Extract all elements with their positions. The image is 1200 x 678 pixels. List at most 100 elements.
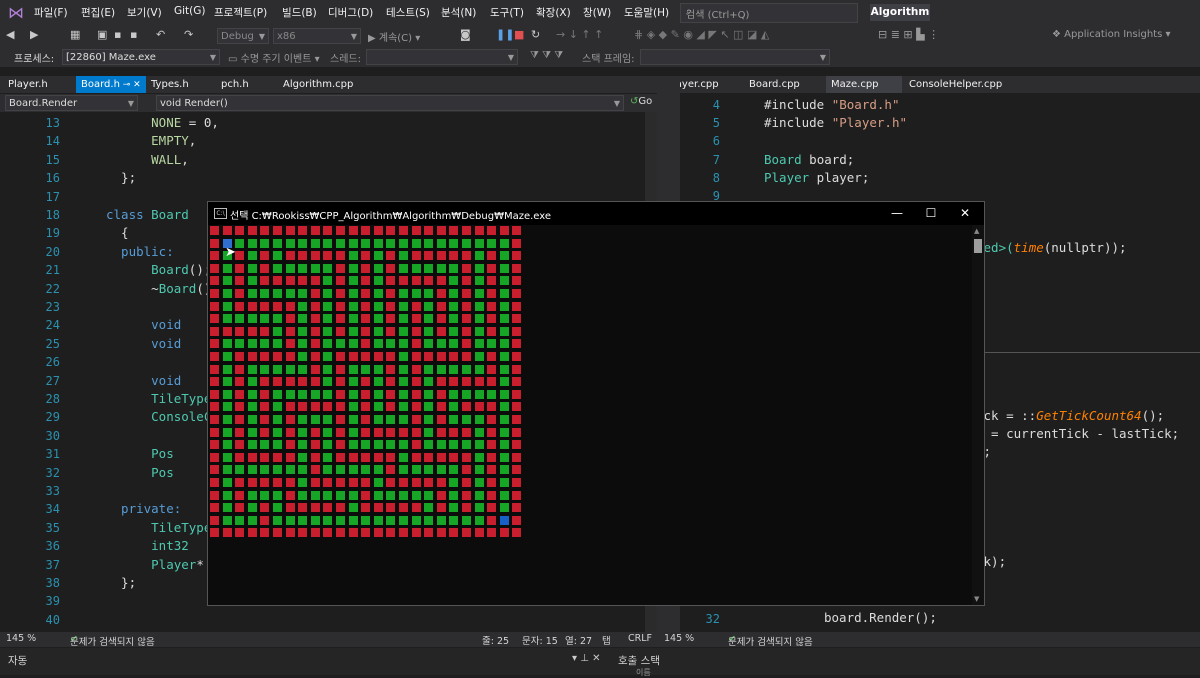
search-input[interactable]: 검색 (Ctrl+Q) ⌕ [680, 3, 858, 23]
maze-empty-tile [323, 276, 333, 286]
editor-tab[interactable]: Types.h [146, 76, 212, 93]
maze-wall-tile [210, 377, 219, 387]
maze-wall-tile [298, 402, 308, 412]
restart-icon[interactable]: ↻ [531, 28, 540, 41]
menu-item[interactable]: 보기(V) [127, 5, 162, 20]
stack-frame-dropdown[interactable]: ▼ [640, 49, 830, 65]
undo-icon[interactable]: ↶ [156, 28, 165, 41]
maze-wall-tile [411, 415, 421, 424]
zoom-level-right[interactable]: 145 % [664, 633, 694, 644]
maze-empty-tile [273, 415, 282, 424]
forward-icon[interactable]: ▶ [30, 28, 38, 41]
maze-empty-tile [373, 251, 383, 261]
maze-wall-tile [235, 226, 245, 235]
maze-wall-tile [436, 528, 446, 538]
maze-wall-tile [285, 440, 295, 450]
menu-item[interactable]: 도구(T) [490, 5, 524, 20]
maze-wall-tile [235, 490, 245, 500]
maze-wall-tile [411, 389, 421, 399]
menu-item[interactable]: 빌드(B) [282, 5, 317, 20]
maze-empty-tile [474, 238, 484, 248]
save-icon[interactable]: ▪ [114, 28, 121, 41]
editor-tab[interactable]: Algorithm.cpp [278, 76, 368, 93]
stop-icon[interactable]: ■ [514, 28, 524, 41]
back-icon[interactable]: ◀ [6, 28, 14, 41]
maximize-button[interactable]: ☐ [914, 204, 948, 223]
menu-item[interactable]: 창(W) [583, 5, 611, 20]
maze-empty-tile [348, 339, 358, 349]
maze-wall-tile [399, 427, 408, 437]
eol-indicator[interactable]: CRLF [628, 633, 652, 644]
stack-frame-label: 스택 프레임: [582, 54, 635, 65]
menu-item[interactable]: 파일(F) [34, 5, 68, 20]
maze-wall-tile [285, 226, 295, 235]
go-button[interactable]: ↺Go [630, 96, 652, 107]
line-number: 13 [45, 116, 60, 130]
maze-empty-tile [336, 490, 345, 500]
maze-empty-tile [222, 263, 232, 273]
redo-icon[interactable]: ↷ [184, 28, 193, 41]
open-folder-icon[interactable]: ▣ [97, 28, 107, 41]
scroll-down-icon[interactable]: ▼ [974, 595, 979, 603]
editor-tab[interactable]: Board.h ⊸ ✕ [76, 76, 146, 93]
maze-wall-tile [436, 452, 446, 462]
scroll-up-icon[interactable]: ▲ [974, 227, 979, 235]
editor-tab[interactable]: Maze.cpp [826, 76, 902, 93]
console-titlebar[interactable]: C:\ 선택 C:₩Rookiss₩CPP_Algorithm₩Algorith… [208, 202, 984, 225]
save-all-icon[interactable]: ▪ [130, 28, 137, 41]
maze-empty-tile [247, 389, 257, 399]
maze-empty-tile [499, 251, 509, 261]
maze-wall-tile [436, 301, 446, 311]
menu-item[interactable]: Git(G) [174, 5, 206, 17]
scroll-thumb[interactable] [974, 239, 982, 253]
layout-icons[interactable]: ⊟ ≣ ⊞ ▙ ⋮ [878, 28, 939, 41]
menu-item[interactable]: 확장(X) [536, 5, 571, 20]
editor-tab[interactable]: Player.h [3, 76, 73, 93]
console-window[interactable]: C:\ 선택 C:₩Rookiss₩CPP_Algorithm₩Algorith… [207, 201, 985, 606]
pause-icon[interactable]: ❚❚ [496, 28, 514, 41]
panel-pin-icon[interactable]: ▾ ⊥ ✕ [572, 653, 600, 664]
maze-wall-tile [323, 251, 333, 261]
step-icons[interactable]: → ↓ ↑ ↑ [556, 28, 603, 41]
close-button[interactable]: ✕ [948, 204, 982, 223]
editor-tab[interactable]: pch.h [216, 76, 274, 93]
zoom-level-left[interactable]: 145 % [6, 633, 36, 644]
minimize-button[interactable]: — [880, 204, 914, 223]
callstack-panel-title[interactable]: 호출 스택 [618, 653, 660, 668]
search-icon[interactable]: ⌕ [686, 6, 853, 17]
tab-close-icon[interactable]: ⊸ ✕ [120, 80, 141, 90]
process-dropdown[interactable]: [22860] Maze.exe ▼ [62, 49, 220, 65]
console-scrollbar[interactable]: ▲ ▼ [972, 225, 984, 605]
member-dropdown[interactable]: void Render() ▼ [156, 95, 624, 111]
config-dropdown[interactable]: Debug ▼ [217, 28, 269, 44]
debug-tools-icons[interactable]: ⋕ ◈ ◆ ✎ ◉ ◢ ◤ ↖ ◫ ◪ ◭ [634, 28, 769, 41]
filter-icons[interactable]: ⧩ ⧩ ⧩ [530, 50, 563, 61]
maze-empty-tile [462, 415, 471, 424]
menu-item[interactable]: 테스트(S) [386, 5, 430, 20]
maze-empty-tile [399, 251, 408, 261]
editor-tab[interactable]: Board.cpp [744, 76, 822, 93]
lifecycle-events-button[interactable]: ▭ 수명 주기 이벤트 ▾ [228, 50, 320, 65]
maze-wall-tile [285, 301, 295, 311]
maze-empty-tile [298, 364, 308, 374]
menu-item[interactable]: 도움말(H) [624, 5, 669, 20]
autos-panel-title[interactable]: 자동 [8, 653, 27, 668]
editor-tab[interactable]: ConsoleHelper.cpp [904, 76, 1024, 93]
continue-button[interactable]: ▶ 계속(C) ▾ [368, 29, 420, 44]
menu-item[interactable]: 편집(E) [81, 5, 115, 20]
menu-item[interactable]: 프로젝트(P) [214, 5, 267, 20]
camera-icon[interactable]: ◙ [460, 28, 471, 41]
maze-empty-tile [298, 326, 308, 336]
menu-item[interactable]: 분석(N) [441, 5, 476, 20]
thread-dropdown[interactable]: ▼ [366, 49, 518, 65]
new-file-icon[interactable]: ▦ [70, 28, 80, 41]
visual-studio-logo-icon[interactable]: ⋈ [6, 3, 26, 22]
code-line: Pos [151, 464, 174, 480]
platform-dropdown[interactable]: x86 ▼ [273, 28, 361, 44]
maze-empty-tile [298, 465, 308, 475]
application-insights-button[interactable]: ❖ Application Insights ▾ [1052, 29, 1171, 40]
maze-wall-tile [336, 377, 345, 387]
maze-empty-tile [449, 314, 459, 324]
menu-item[interactable]: 디버그(D) [328, 5, 373, 20]
scope-dropdown[interactable]: Board.Render ▼ [5, 95, 138, 111]
